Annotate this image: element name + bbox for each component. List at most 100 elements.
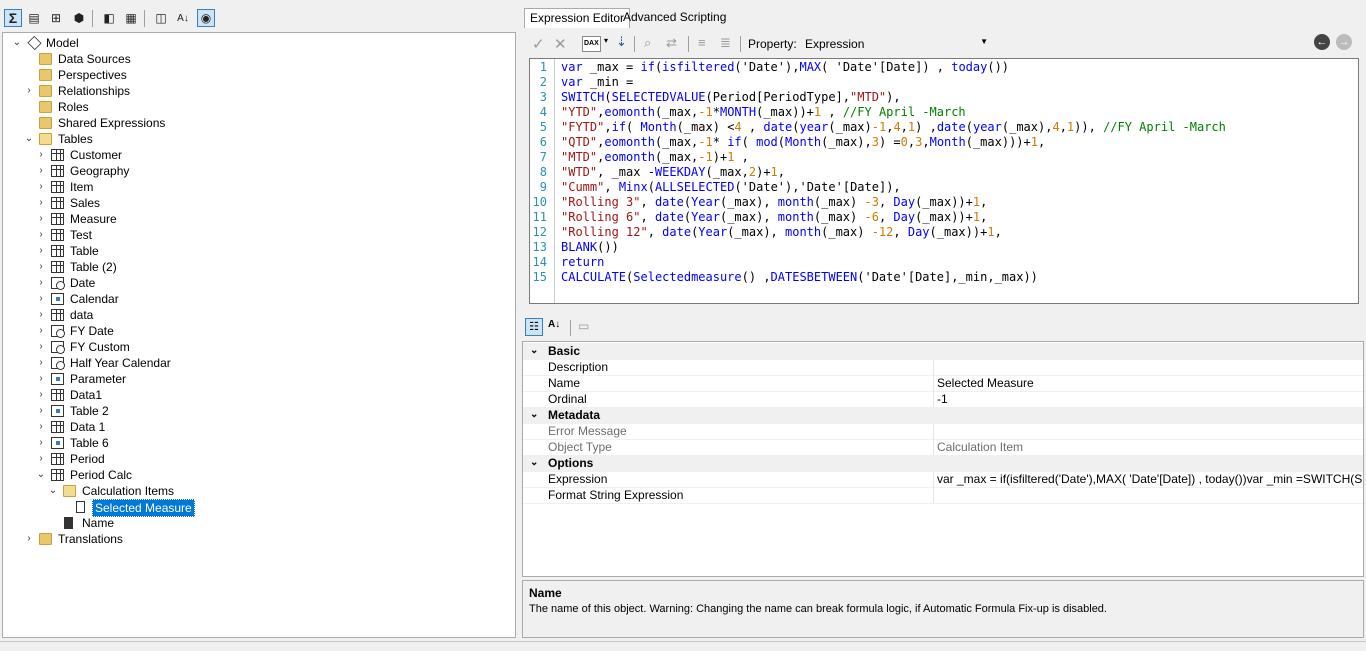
line-number: 14: [532, 255, 547, 269]
perspective-icon[interactable]: ◉: [197, 9, 215, 27]
expand-icon[interactable]: ›: [35, 259, 47, 275]
property-name: Expression: [548, 472, 608, 486]
tree-label: Data 1: [70, 420, 106, 434]
property-description-panel: Name The name of this object. Warning: C…: [522, 580, 1364, 638]
property-row-description[interactable]: Description: [523, 359, 1363, 376]
date-table-icon: [51, 325, 65, 338]
categorized-icon[interactable]: ☷: [525, 318, 543, 336]
deploy-icon[interactable]: ⇣: [616, 34, 627, 50]
cube-icon[interactable]: ⬢: [70, 9, 88, 27]
hidden-icon[interactable]: ◧: [100, 9, 118, 27]
property-row-error-message[interactable]: Error Message: [523, 423, 1363, 440]
property-label: Property:: [748, 37, 797, 51]
expand-icon[interactable]: ›: [35, 339, 47, 355]
category-metadata[interactable]: ⌄ Metadata: [523, 407, 1363, 424]
dax-formatter-icon[interactable]: DAX: [582, 36, 601, 52]
collapse-icon[interactable]: ⌄: [530, 407, 538, 423]
expand-icon[interactable]: ›: [35, 211, 47, 227]
expand-icon[interactable]: ›: [35, 307, 47, 323]
back-arrow-icon[interactable]: ←: [1314, 34, 1330, 50]
code-line[interactable]: var _max = if(isfiltered('Date'),MAX( 'D…: [561, 60, 1009, 75]
toolbar-separator: [634, 36, 635, 52]
expand-icon[interactable]: ›: [35, 227, 47, 243]
property-value[interactable]: -1: [933, 391, 1362, 407]
expand-icon[interactable]: ›: [35, 195, 47, 211]
toolbar-separator: [688, 36, 689, 52]
tree-label: Perspectives: [58, 68, 127, 82]
collapse-icon[interactable]: ⌄: [35, 467, 47, 483]
model-tree[interactable]: ⌄ Model Data Sources Perspectives › Relat…: [2, 32, 516, 638]
property-pages-icon[interactable]: ▭: [578, 319, 589, 333]
property-value[interactable]: [933, 487, 1362, 503]
line-number: 3: [539, 90, 547, 104]
code-line[interactable]: BLANK()): [561, 240, 619, 255]
dropdown-arrow-icon[interactable]: ▾: [604, 36, 608, 45]
layout-icon[interactable]: ◫: [152, 9, 170, 27]
property-select[interactable]: Expression ▼: [802, 35, 992, 53]
code-line[interactable]: "WTD", _max -WEEKDAY(_max,2)+1,: [561, 165, 785, 180]
expand-icon[interactable]: ›: [35, 275, 47, 291]
expand-icon[interactable]: ›: [35, 291, 47, 307]
hierarchy-icon[interactable]: ⊞: [47, 9, 65, 27]
collapse-icon[interactable]: ⌄: [47, 483, 59, 499]
property-value[interactable]: Selected Measure: [933, 375, 1362, 391]
expand-icon[interactable]: ›: [35, 387, 47, 403]
folder-icon: [39, 69, 52, 81]
code-line[interactable]: "FYTD",if( Month(_max) <4 , date(year(_m…: [561, 120, 1226, 135]
collapse-icon[interactable]: ⌄: [11, 35, 23, 51]
expand-icon[interactable]: ›: [35, 371, 47, 387]
accept-check-icon[interactable]: ✓: [532, 35, 545, 53]
expand-icon[interactable]: ›: [35, 179, 47, 195]
collapse-icon[interactable]: ⌄: [530, 343, 538, 359]
code-line[interactable]: "YTD",eomonth(_max,-1*MONTH(_max))+1 , /…: [561, 105, 966, 120]
tab-expression-editor[interactable]: Expression Editor: [524, 8, 631, 28]
code-line[interactable]: "MTD",eomonth(_max,-1)+1 ,: [561, 150, 749, 165]
property-row-object-type[interactable]: Object Type Calculation Item: [523, 439, 1363, 456]
columns-icon[interactable]: ▤: [25, 9, 43, 27]
expand-icon[interactable]: ›: [35, 355, 47, 371]
code-line[interactable]: "Cumm", Minx(ALLSELECTED('Date'),'Date'[…: [561, 180, 901, 195]
calculated-table-icon: [51, 293, 64, 305]
tree-label: Tables: [58, 132, 93, 146]
forward-arrow-icon[interactable]: →: [1336, 34, 1352, 50]
code-line[interactable]: SWITCH(SELECTEDVALUE(Period[PeriodType],…: [561, 90, 901, 105]
expand-icon[interactable]: ›: [35, 323, 47, 339]
cancel-x-icon[interactable]: ✕: [554, 35, 567, 53]
code-line[interactable]: "Rolling 3", date(Year(_max), month(_max…: [561, 195, 987, 210]
property-row-expression[interactable]: Expression var _max = if(isfiltered('Date…: [523, 471, 1363, 488]
category-options[interactable]: ⌄ Options: [523, 455, 1363, 472]
replace-icon[interactable]: ⇄: [666, 35, 677, 51]
sigma-icon[interactable]: Σ: [4, 9, 22, 27]
expression-code-editor[interactable]: 1 2 3 4 5 6 7 8 9 10 11 12 13 14 15 var …: [529, 58, 1359, 304]
code-line[interactable]: CALCULATE(Selectedmeasure() ,DATESBETWEE…: [561, 270, 1038, 285]
property-value[interactable]: [933, 359, 1362, 375]
expand-icon[interactable]: ›: [35, 451, 47, 467]
find-icon[interactable]: ⌕: [644, 35, 651, 51]
code-line[interactable]: "Rolling 6", date(Year(_max), month(_max…: [561, 210, 987, 225]
collapse-icon[interactable]: ⌄: [530, 455, 538, 471]
collapse-icon[interactable]: ⌄: [23, 131, 35, 147]
expand-icon[interactable]: ›: [23, 531, 35, 547]
expand-icon[interactable]: ›: [35, 419, 47, 435]
expand-icon[interactable]: ›: [23, 83, 35, 99]
comment-icon[interactable]: ≡: [698, 35, 706, 50]
tab-advanced-scripting[interactable]: Advanced Scripting: [618, 8, 731, 28]
property-row-name[interactable]: Name Selected Measure: [523, 375, 1363, 392]
property-row-ordinal[interactable]: Ordinal -1: [523, 391, 1363, 408]
code-line[interactable]: var _min =: [561, 75, 633, 90]
expand-icon[interactable]: ›: [35, 147, 47, 163]
expand-icon[interactable]: ›: [35, 403, 47, 419]
category-basic[interactable]: ⌄ Basic: [523, 343, 1363, 360]
filter-icon[interactable]: ▦: [122, 9, 140, 27]
expand-icon[interactable]: ›: [35, 163, 47, 179]
uncomment-icon[interactable]: ≣: [720, 35, 731, 51]
code-line[interactable]: "Rolling 12", date(Year(_max), month(_ma…: [561, 225, 1002, 240]
property-value[interactable]: var _max = if(isfiltered('Date'),MAX( 'D…: [933, 471, 1362, 487]
property-row-format-string[interactable]: Format String Expression: [523, 487, 1363, 504]
sort-alphabetical-icon[interactable]: A↓: [548, 319, 560, 330]
expand-icon[interactable]: ›: [35, 243, 47, 259]
code-line[interactable]: "QTD",eomonth(_max,-1* if( mod(Month(_ma…: [561, 135, 1045, 150]
sort-az-icon[interactable]: A↓: [174, 9, 192, 27]
expand-icon[interactable]: ›: [35, 435, 47, 451]
code-line[interactable]: return: [561, 255, 604, 270]
